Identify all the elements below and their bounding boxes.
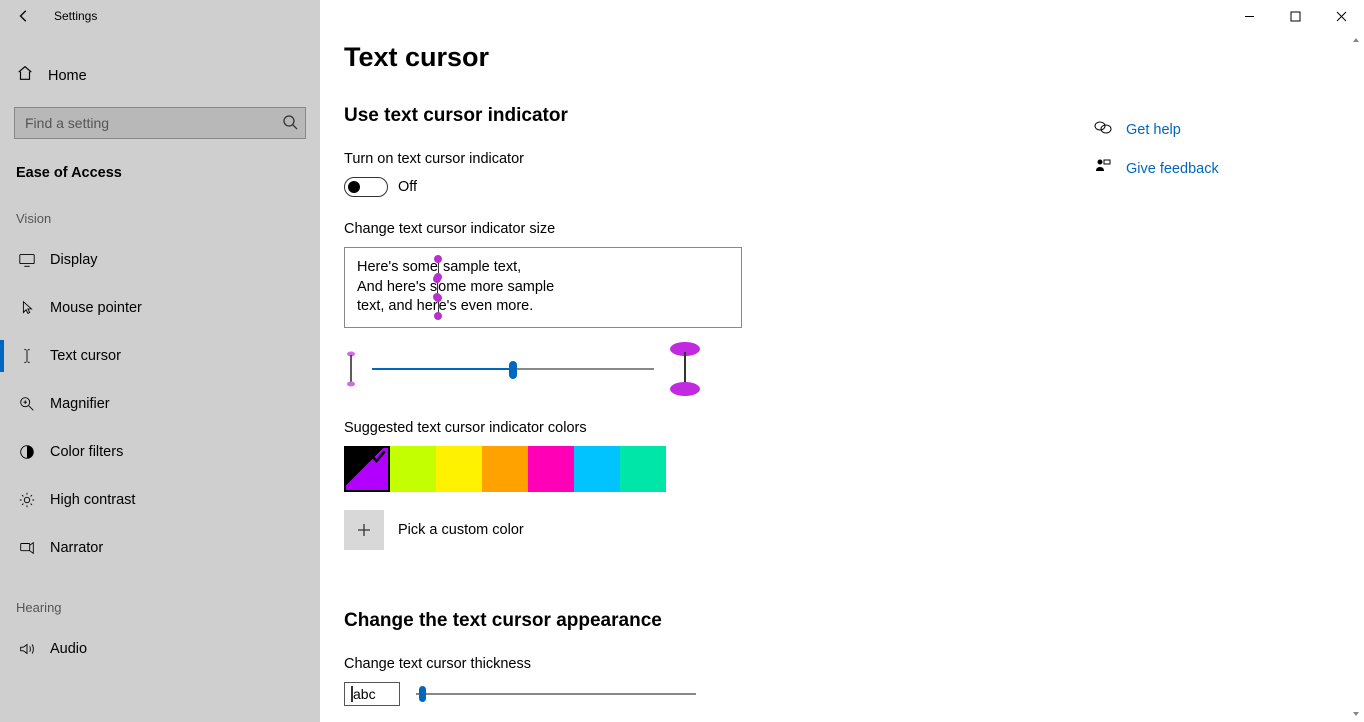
color-swatch[interactable] <box>620 446 666 492</box>
search-icon <box>282 114 298 130</box>
sidebar-item-label: Audio <box>50 641 87 657</box>
minimize-button[interactable] <box>1226 0 1272 32</box>
search-box[interactable] <box>14 107 306 139</box>
audio-icon <box>16 640 38 658</box>
sample-cursor-icon <box>438 259 439 275</box>
thickness-preview: abc <box>344 682 400 706</box>
ibeam-large-icon <box>668 342 702 396</box>
sample-cursor-icon <box>437 279 438 295</box>
sidebar-home-label: Home <box>48 68 87 84</box>
sidebar-item-label: Narrator <box>50 540 103 556</box>
section-appearance-heading: Change the text cursor appearance <box>344 610 1094 632</box>
text-cursor-icon <box>16 347 38 365</box>
indicator-toggle[interactable] <box>344 177 388 197</box>
preview-text: sample text, <box>439 259 521 275</box>
scroll-down-icon[interactable] <box>1348 706 1364 722</box>
indicator-size-slider[interactable] <box>372 357 654 381</box>
size-field-label: Change text cursor indicator size <box>344 221 1094 237</box>
thickness-sample-text: abc <box>353 686 376 702</box>
get-help-text: Get help <box>1126 122 1181 138</box>
sidebar-item-high-contrast[interactable]: High contrast <box>0 476 320 524</box>
maximize-button[interactable] <box>1272 0 1318 32</box>
pick-custom-color-label: Pick a custom color <box>398 522 524 538</box>
color-swatch[interactable] <box>436 446 482 492</box>
titlebar: Settings <box>0 0 320 32</box>
sidebar-item-color-filters[interactable]: Color filters <box>0 428 320 476</box>
sidebar-item-label: High contrast <box>50 492 135 508</box>
right-pane: Get help Give feedback <box>1094 0 1364 722</box>
give-feedback-text: Give feedback <box>1126 161 1219 177</box>
color-swatches <box>344 446 1094 492</box>
sidebar-item-narrator[interactable]: Narrator <box>0 524 320 572</box>
toggle-state-label: Off <box>398 179 417 195</box>
group-vision-label: Vision <box>0 211 320 236</box>
page-title: Text cursor <box>344 42 1094 73</box>
sidebar-item-label: Color filters <box>50 444 123 460</box>
vertical-scrollbar[interactable] <box>1348 32 1364 722</box>
category-title: Ease of Access <box>0 151 320 211</box>
sidebar-item-label: Magnifier <box>50 396 110 412</box>
close-button[interactable] <box>1318 0 1364 32</box>
help-icon <box>1094 118 1112 141</box>
preview-text: Here's some <box>357 259 438 275</box>
group-hearing-label: Hearing <box>0 600 320 625</box>
color-swatch[interactable] <box>344 446 390 492</box>
sidebar-item-mouse-pointer[interactable]: Mouse pointer <box>0 284 320 332</box>
back-button[interactable] <box>12 4 36 28</box>
thickness-field-label: Change text cursor thickness <box>344 656 1094 672</box>
color-swatch[interactable] <box>482 446 528 492</box>
toggle-field-label: Turn on text cursor indicator <box>344 151 1094 167</box>
sidebar-home[interactable]: Home <box>0 54 320 97</box>
magnifier-icon <box>16 395 38 413</box>
sidebar-item-label: Mouse pointer <box>50 300 142 316</box>
preview-text: text, and her <box>357 298 438 314</box>
preview-text: And here's s <box>357 279 437 295</box>
sidebar-item-label: Display <box>50 252 98 268</box>
sidebar-item-display[interactable]: Display <box>0 236 320 284</box>
home-icon <box>16 64 36 87</box>
high-contrast-icon <box>16 491 38 509</box>
settings-sidebar: Settings Home Ease of Access Vision Disp… <box>0 0 320 722</box>
pointer-icon <box>16 299 38 317</box>
color-swatch[interactable] <box>528 446 574 492</box>
section-indicator-heading: Use text cursor indicator <box>344 105 1094 127</box>
give-feedback-link[interactable]: Give feedback <box>1094 149 1364 188</box>
search-input[interactable] <box>14 107 306 139</box>
sidebar-item-audio[interactable]: Audio <box>0 625 320 673</box>
colors-field-label: Suggested text cursor indicator colors <box>344 420 1094 436</box>
preview-text: e's even more. <box>439 298 534 314</box>
pick-custom-color-button[interactable] <box>344 510 384 550</box>
app-title: Settings <box>54 9 97 23</box>
preview-text: ome more sample <box>438 279 554 295</box>
sidebar-item-magnifier[interactable]: Magnifier <box>0 380 320 428</box>
content-scroll[interactable]: Text cursor Use text cursor indicator Tu… <box>320 0 1094 722</box>
indicator-preview: Here's some sample text, And here's some… <box>344 247 742 328</box>
display-icon <box>16 251 38 269</box>
color-swatch[interactable] <box>574 446 620 492</box>
window-chrome <box>1226 0 1364 32</box>
sidebar-item-label: Text cursor <box>50 348 121 364</box>
sample-cursor-icon <box>438 298 439 314</box>
feedback-icon <box>1094 157 1112 180</box>
scroll-up-icon[interactable] <box>1348 32 1364 48</box>
color-filters-icon <box>16 443 38 461</box>
ibeam-small-icon <box>344 351 358 387</box>
color-swatch[interactable] <box>390 446 436 492</box>
sidebar-item-text-cursor[interactable]: Text cursor <box>0 332 320 380</box>
get-help-link[interactable]: Get help <box>1094 110 1364 149</box>
narrator-icon <box>16 539 38 557</box>
thickness-slider[interactable] <box>416 684 696 704</box>
